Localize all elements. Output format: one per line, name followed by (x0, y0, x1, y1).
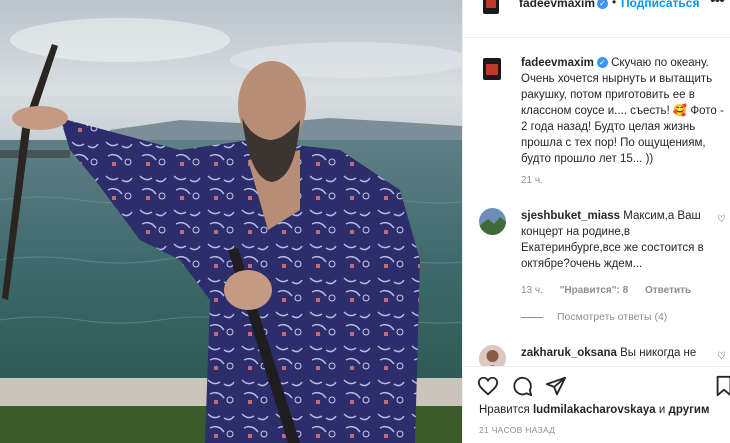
commenter-avatar-image (479, 208, 506, 235)
post-header: fadeevmaxim ✓ • Подписаться ••• (463, 0, 730, 38)
comment-like-icon[interactable]: ♡ (717, 351, 726, 362)
post-actions: Нравится ludmilakacharovskaya и другим 2… (463, 366, 730, 443)
comment-body: sjeshbuket_miass Максим,а Ваш концерт на… (521, 208, 716, 272)
comment-meta: 13 ч. "Нравится": 8 Ответить (521, 285, 705, 296)
comment-icon[interactable] (511, 375, 533, 397)
comments-scroll[interactable]: fadeevmaxim ✓ Скучаю по океану. Очень хоч… (463, 39, 730, 366)
comment-body: zakharuk_oksana Вы никогда не (521, 345, 716, 361)
comment-item: sjeshbuket_miass Максим,а Ваш концерт на… (479, 208, 730, 318)
caption-text: Скучаю по океану. Очень хочется нырнуть … (521, 57, 724, 165)
share-icon[interactable] (545, 375, 567, 397)
likes-middle: и (658, 404, 666, 416)
post-panel: fadeevmaxim ✓ • Подписаться ••• fadeevma… (462, 0, 730, 443)
header-dot: • (612, 0, 617, 9)
verified-icon: ✓ (596, 57, 608, 69)
post-image (0, 0, 462, 443)
likes-others[interactable]: другим (669, 404, 710, 416)
comment-text: Вы никогда не (620, 347, 697, 359)
likes-user[interactable]: ludmilakacharovskaya (533, 404, 656, 416)
follow-button[interactable]: Подписаться (621, 0, 699, 10)
header-avatar[interactable] (483, 0, 499, 14)
likes-prefix: Нравится (479, 404, 530, 416)
comment-time[interactable]: 13 ч. (521, 285, 543, 296)
comment-username[interactable]: zakharuk_oksana (521, 347, 617, 359)
verified-icon: ✓ (597, 0, 608, 9)
commenter-avatar-image (479, 345, 506, 366)
post-timestamp[interactable]: 21 ЧАСОВ НАЗАД (479, 425, 555, 435)
comment-username[interactable]: sjeshbuket_miass (521, 210, 620, 222)
bookmark-icon[interactable] (713, 375, 730, 397)
caption-time[interactable]: 21 ч. (521, 175, 543, 186)
caption-username[interactable]: fadeevmaxim (521, 57, 594, 69)
comment-item: zakharuk_oksana Вы никогда не ♡ (479, 345, 730, 366)
view-replies[interactable]: Посмотреть ответы (4) (521, 311, 667, 323)
more-icon[interactable]: ••• (710, 0, 725, 10)
heart-icon[interactable] (477, 375, 499, 397)
likes-summary: Нравится ludmilakacharovskaya и другим (479, 404, 709, 416)
commenter-avatar[interactable] (479, 208, 506, 235)
view-replies-label: Посмотреть ответы (4) (557, 311, 668, 323)
caption-body: fadeevmaxim ✓ Скучаю по океану. Очень хоч… (521, 55, 730, 167)
post-photo[interactable] (0, 0, 462, 443)
comment-likes[interactable]: "Нравится": 8 (560, 285, 629, 296)
comment-like-icon[interactable]: ♡ (717, 214, 726, 225)
comment-reply-button[interactable]: Ответить (645, 285, 691, 296)
caption-avatar[interactable] (483, 58, 501, 80)
commenter-avatar[interactable] (479, 345, 506, 366)
replies-divider (521, 316, 543, 318)
header-username[interactable]: fadeevmaxim (519, 0, 595, 10)
